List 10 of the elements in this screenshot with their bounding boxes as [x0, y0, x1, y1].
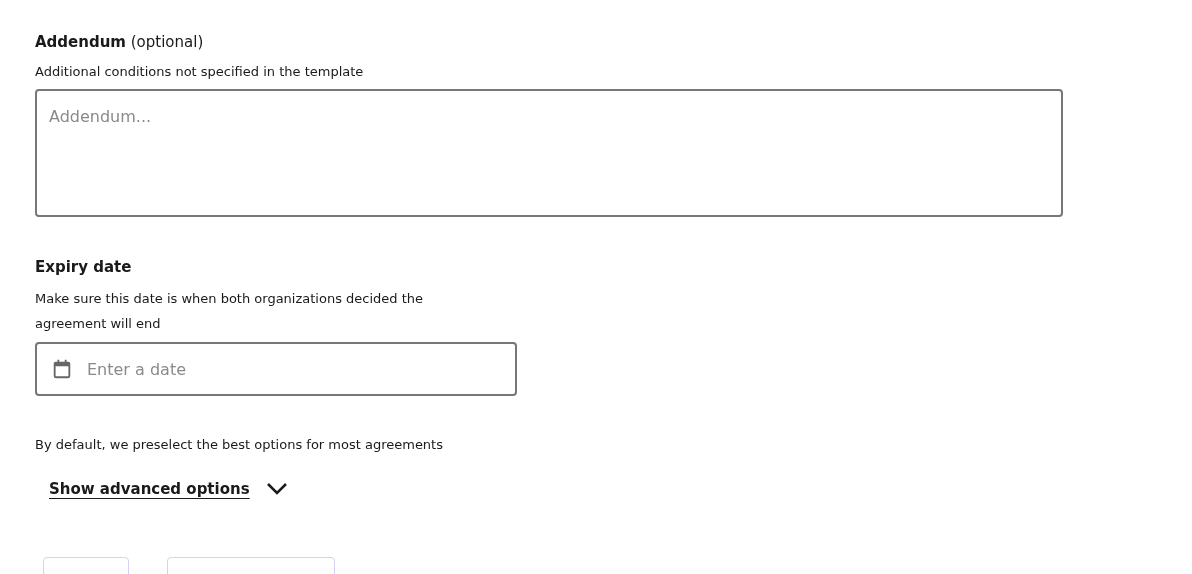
addendum-field[interactable]: Addendum... [35, 89, 1063, 217]
chevron-icon [265, 482, 288, 497]
field-label: Expiry date [35, 257, 133, 277]
info-text: By default, we preselect the best options for most agreements [35, 436, 444, 454]
field-label: Addendum (optional) [35, 32, 205, 52]
field-description: Additional conditions not specified in the template [35, 63, 365, 81]
date-field[interactable]: Enter a date [35, 342, 517, 396]
advanced-options-toggle[interactable]: Show advanced options [49, 478, 288, 501]
field-description: Make sure this date is when both organizations decided the agreement will end [35, 290, 425, 333]
calendar-icon [51, 358, 73, 380]
